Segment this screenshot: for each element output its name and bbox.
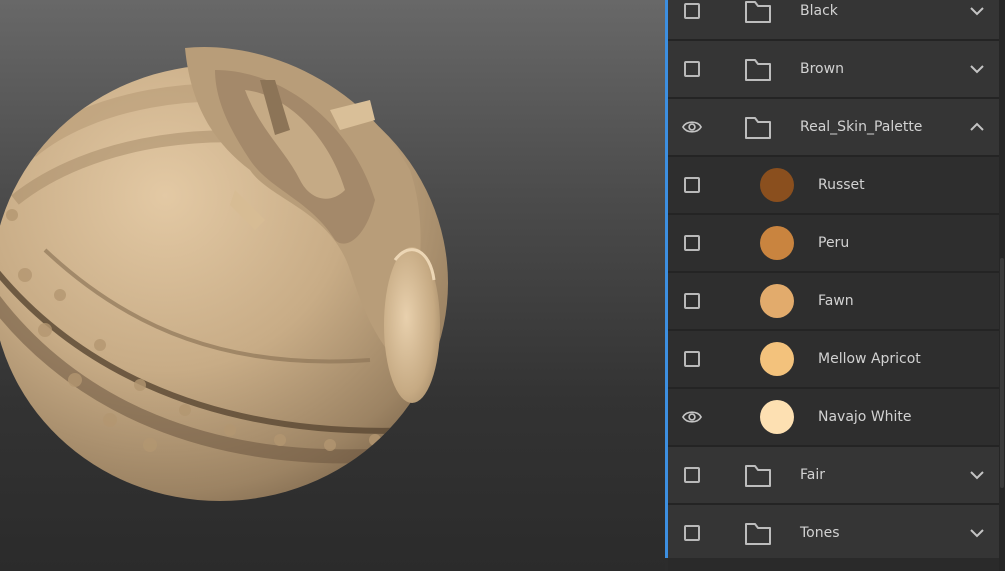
scrollbar[interactable] [999,0,1005,571]
visibility-checkbox[interactable] [682,1,702,21]
checkbox-icon [684,3,700,19]
color-swatch[interactable] [760,168,794,202]
chevron-down-icon[interactable] [969,525,985,541]
layer-group-row[interactable]: Brown [668,41,999,99]
layer-list: Black Brown Real_Skin_Palette Russet Peru Faw… [668,0,999,563]
layer-group-row[interactable]: Real_Skin_Palette [668,99,999,157]
layer-label: Russet [818,177,865,193]
folder-icon [744,56,772,82]
layer-group-row[interactable]: Tones [668,505,999,563]
layer-label: Tones [800,525,840,541]
color-swatch[interactable] [760,342,794,376]
checkbox-icon [684,467,700,483]
visibility-checkbox[interactable] [682,349,702,369]
visibility-checkbox[interactable] [682,465,702,485]
color-swatch[interactable] [760,226,794,260]
layer-group-row[interactable]: Black [668,0,999,41]
checkbox-icon [684,177,700,193]
color-swatch[interactable] [760,400,794,434]
eye-icon[interactable] [682,407,702,427]
color-layer-row[interactable]: Navajo White [668,389,999,447]
chevron-down-icon[interactable] [969,3,985,19]
checkbox-icon [684,235,700,251]
3d-viewport[interactable] [0,0,665,571]
layers-panel: Black Brown Real_Skin_Palette Russet Peru Faw… [665,0,1005,571]
chevron-down-icon[interactable] [969,467,985,483]
color-layer-row[interactable]: Fawn [668,273,999,331]
color-layer-row[interactable]: Mellow Apricot [668,331,999,389]
sculpt-sphere [0,47,448,501]
layer-label: Mellow Apricot [818,351,921,367]
visibility-checkbox[interactable] [682,291,702,311]
folder-icon [744,462,772,488]
visibility-checkbox[interactable] [682,233,702,253]
layer-label: Brown [800,61,844,77]
layer-label: Black [800,3,838,19]
color-swatch[interactable] [760,284,794,318]
checkbox-icon [684,351,700,367]
eye-icon[interactable] [682,117,702,137]
layer-label: Navajo White [818,409,912,425]
chevron-up-icon[interactable] [969,119,985,135]
color-layer-row[interactable]: Russet [668,157,999,215]
chevron-down-icon[interactable] [969,61,985,77]
folder-icon [744,114,772,140]
folder-icon [744,520,772,546]
layer-label: Peru [818,235,850,251]
layer-label: Real_Skin_Palette [800,119,923,135]
checkbox-icon [684,61,700,77]
layer-label: Fair [800,467,825,483]
color-layer-row[interactable]: Peru [668,215,999,273]
checkbox-icon [684,293,700,309]
visibility-checkbox[interactable] [682,175,702,195]
scrollbar-thumb[interactable] [1000,258,1004,488]
folder-icon [744,0,772,24]
visibility-checkbox[interactable] [682,523,702,543]
checkbox-icon [684,525,700,541]
layer-label: Fawn [818,293,854,309]
panel-footer [668,558,999,571]
layer-group-row[interactable]: Fair [668,447,999,505]
visibility-checkbox[interactable] [682,59,702,79]
